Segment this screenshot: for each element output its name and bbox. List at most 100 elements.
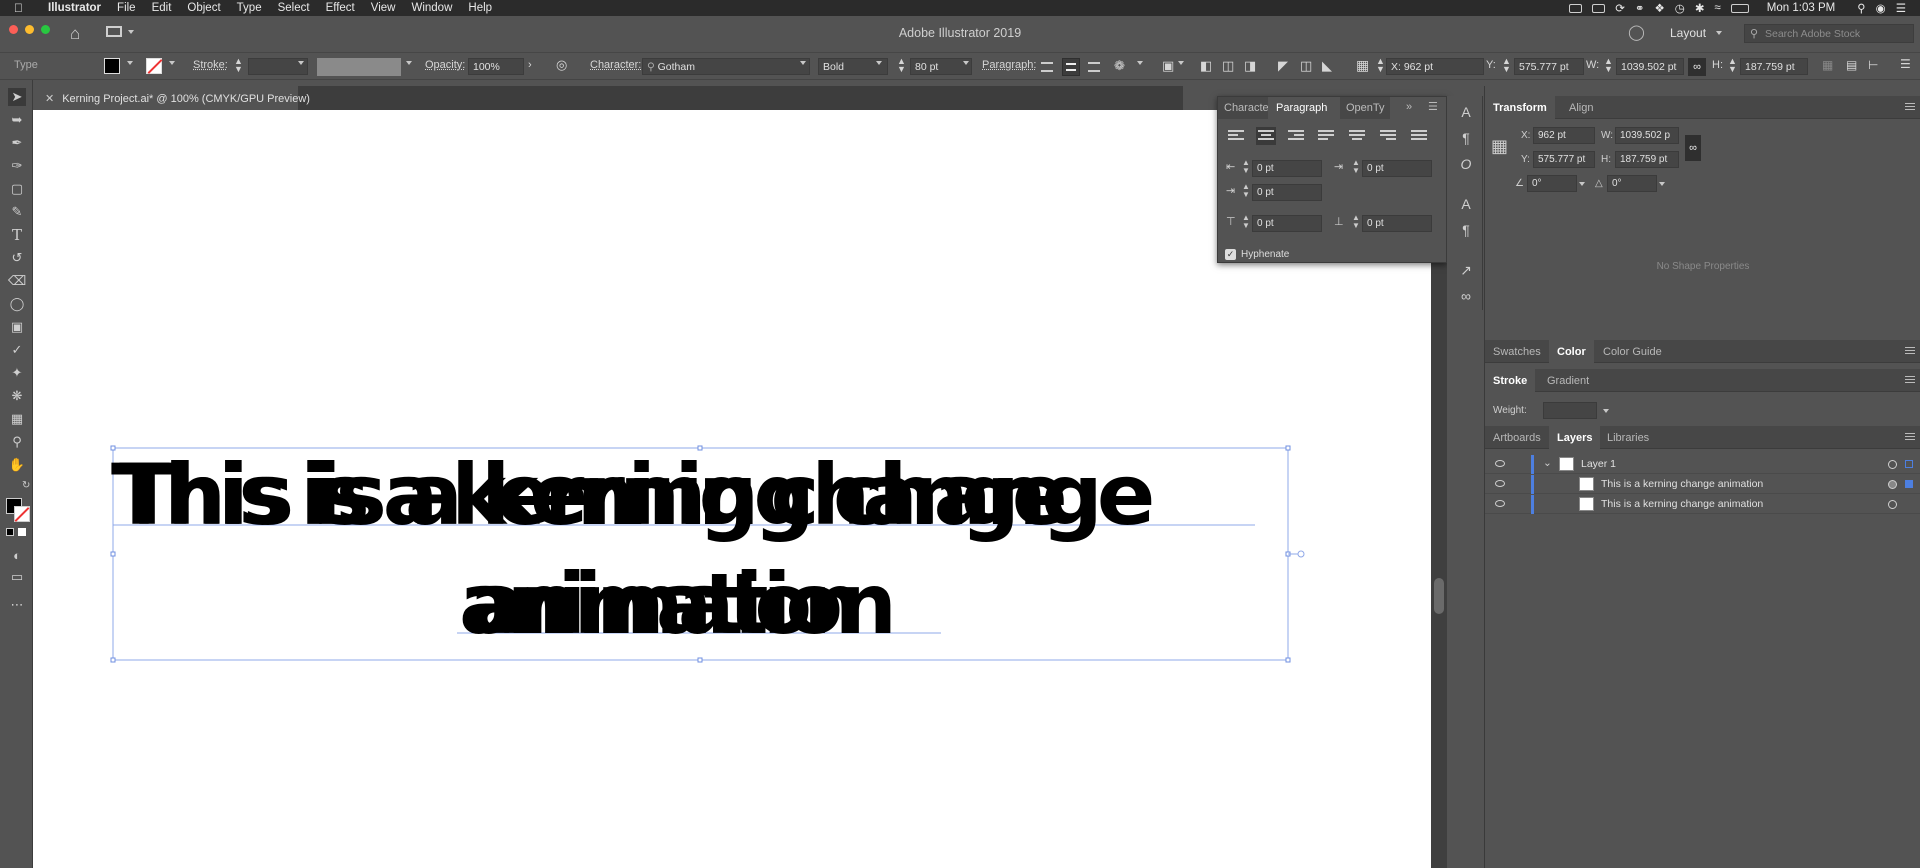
h-field[interactable]: 187.759 pt [1740, 58, 1808, 75]
shear-dropdown-icon[interactable] [1659, 182, 1665, 186]
tab-layers[interactable]: Layers [1549, 426, 1601, 449]
right-indent-field[interactable]: 0 pt [1362, 160, 1432, 177]
y-field[interactable]: 575.777 pt [1514, 58, 1584, 75]
visibility-eye-icon[interactable] [1495, 500, 1505, 507]
transform-panel-menu-icon[interactable] [1905, 103, 1915, 112]
transform-icon[interactable]: ▣ [1162, 58, 1174, 74]
direct-selection-tool-icon[interactable]: ➥ [8, 111, 26, 129]
color-panel-menu-icon[interactable] [1905, 347, 1915, 356]
menu-window[interactable]: Window [403, 2, 460, 14]
font-style-dropdown-icon[interactable] [876, 61, 882, 65]
type-tool-icon[interactable]: T [8, 226, 26, 244]
stroke-panel-menu-icon[interactable] [1905, 376, 1915, 385]
hyphenate-checkbox[interactable]: ✓ [1225, 249, 1236, 260]
notification-icon[interactable]: ☰ [1896, 1, 1906, 15]
tab-color[interactable]: Color [1549, 340, 1594, 363]
panel-menu-icon[interactable]: ☰ [1900, 57, 1911, 71]
layer-row-layer-1[interactable]: ⌄ Layer 1 [1485, 455, 1920, 474]
lightbulb-icon[interactable]: ◯ [1628, 23, 1645, 41]
justify-center-icon[interactable] [1349, 130, 1365, 142]
arrange-icon[interactable]: ⊢ [1868, 58, 1878, 72]
first-line-indent-stepper-icon[interactable]: ▲ ▼ [1242, 183, 1250, 199]
creative-cloud-icon[interactable]: ⚭ [1635, 1, 1645, 15]
character-label[interactable]: Character: [590, 59, 641, 71]
glyph-dropdown-icon[interactable] [1137, 61, 1143, 65]
tab-libraries[interactable]: Libraries [1599, 426, 1657, 449]
layer-row-sublayer-2[interactable]: This is a kerning change animation [1485, 495, 1920, 514]
character-panel-icon[interactable]: A [1457, 104, 1475, 122]
expand-chevron-icon[interactable]: ⌄ [1543, 457, 1552, 469]
align-right-icon[interactable] [1288, 130, 1304, 142]
menu-file[interactable]: File [109, 2, 144, 14]
menu-effect[interactable]: Effect [318, 2, 363, 14]
opacity-label[interactable]: Opacity: [425, 59, 465, 71]
battery-icon[interactable] [1730, 3, 1749, 13]
target-circle-icon[interactable] [1888, 500, 1897, 509]
spotlight-icon[interactable]: ⚲ [1857, 1, 1865, 15]
right-indent-stepper-icon[interactable]: ▲ ▼ [1352, 159, 1360, 175]
wifi-icon[interactable]: ≈ [1714, 2, 1720, 14]
workspace-dropdown-icon[interactable] [1716, 31, 1722, 35]
search-stock-field[interactable]: ⚲ Search Adobe Stock [1744, 24, 1914, 43]
reference-point-locator-icon[interactable]: ▦ [1491, 136, 1508, 157]
text-line-2[interactable]: animation [469, 555, 897, 653]
glyph-icon[interactable]: ❁ [1114, 58, 1125, 74]
symbol-sprayer-tool-icon[interactable]: ❋ [8, 387, 26, 405]
color-mode-icon[interactable] [18, 528, 26, 536]
menu-view[interactable]: View [363, 2, 404, 14]
tab-character[interactable]: Characte [1218, 97, 1268, 119]
tab-artboards[interactable]: Artboards [1485, 426, 1549, 449]
selection-indicator-icon[interactable] [1905, 460, 1913, 468]
w-stepper-icon[interactable]: ▲ ▼ [1604, 57, 1613, 74]
constrain-width-height-icon[interactable]: ∞ [1685, 135, 1701, 161]
tab-transform[interactable]: Transform [1485, 96, 1555, 119]
character-styles-icon[interactable]: A [1457, 196, 1475, 214]
curvature-tool-icon[interactable]: ✑ [8, 157, 26, 175]
stroke-weight-select-icon[interactable] [1603, 409, 1609, 413]
rectangle-tool-icon[interactable]: ▢ [8, 180, 26, 198]
isolate-icon[interactable]: ▦ [1822, 58, 1833, 72]
align-center-button[interactable] [1062, 58, 1080, 76]
align-horizontal-centers-icon[interactable]: ◫ [1222, 58, 1234, 74]
align-center-icon[interactable] [1256, 127, 1276, 145]
shear-field[interactable]: 0° [1607, 175, 1657, 192]
transform-y-field[interactable]: 575.777 pt [1533, 151, 1595, 168]
layer-row-sublayer-1[interactable]: This is a kerning change animation [1485, 475, 1920, 494]
transform-dropdown-icon[interactable] [1178, 61, 1184, 65]
rotate-field[interactable]: 0° [1527, 175, 1577, 192]
sublayer-name[interactable]: This is a kerning change animation [1601, 498, 1763, 510]
pen-tool-icon[interactable]: ✒ [8, 134, 26, 152]
rotate-tool-icon[interactable]: ↺ [8, 249, 26, 267]
tab-opentype[interactable]: OpenTy [1340, 97, 1390, 119]
paragraph-styles-icon[interactable]: ¶ [1457, 222, 1475, 240]
tab-paragraph[interactable]: Paragraph [1270, 97, 1334, 119]
opacity-field[interactable]: 100% [468, 58, 524, 75]
align-left-icon[interactable] [1228, 130, 1244, 142]
tab-stroke[interactable]: Stroke [1485, 369, 1536, 392]
paragraph-panel-icon[interactable]: ¶ [1457, 130, 1475, 148]
reference-point-icon[interactable]: ▦ [1356, 57, 1369, 74]
default-colors-icon[interactable] [6, 528, 14, 536]
font-size-dropdown-icon[interactable] [963, 61, 969, 65]
space-after-field[interactable]: 0 pt [1362, 215, 1432, 232]
gradient-tool-icon[interactable]: ▣ [8, 318, 26, 336]
justify-right-icon[interactable] [1380, 130, 1396, 142]
links-icon[interactable]: ∞ [1457, 288, 1475, 306]
tab-swatches[interactable]: Swatches [1485, 340, 1549, 363]
workspace-switcher[interactable]: Layout [1670, 26, 1706, 40]
scrollbar-thumb[interactable] [1434, 578, 1444, 614]
align-vertical-centers-icon[interactable]: ◫ [1300, 58, 1312, 74]
visibility-eye-icon[interactable] [1495, 460, 1505, 467]
visibility-eye-icon[interactable] [1495, 480, 1505, 487]
dropbox-icon[interactable]: ❖ [1654, 1, 1664, 15]
edit-toolbar-icon[interactable]: ⋯ [8, 596, 26, 614]
menu-help[interactable]: Help [460, 2, 500, 14]
tab-gradient[interactable]: Gradient [1539, 369, 1597, 392]
justify-all-icon[interactable] [1411, 130, 1427, 142]
font-family-dropdown-icon[interactable] [800, 61, 806, 65]
justify-left-icon[interactable] [1318, 130, 1334, 142]
zoom-tool-icon[interactable]: ⚲ [8, 433, 26, 451]
align-top-edges-icon[interactable]: ◤ [1278, 58, 1288, 74]
eraser-tool-icon[interactable]: ⌫ [8, 272, 26, 290]
layers-panel-menu-icon[interactable] [1905, 433, 1915, 442]
